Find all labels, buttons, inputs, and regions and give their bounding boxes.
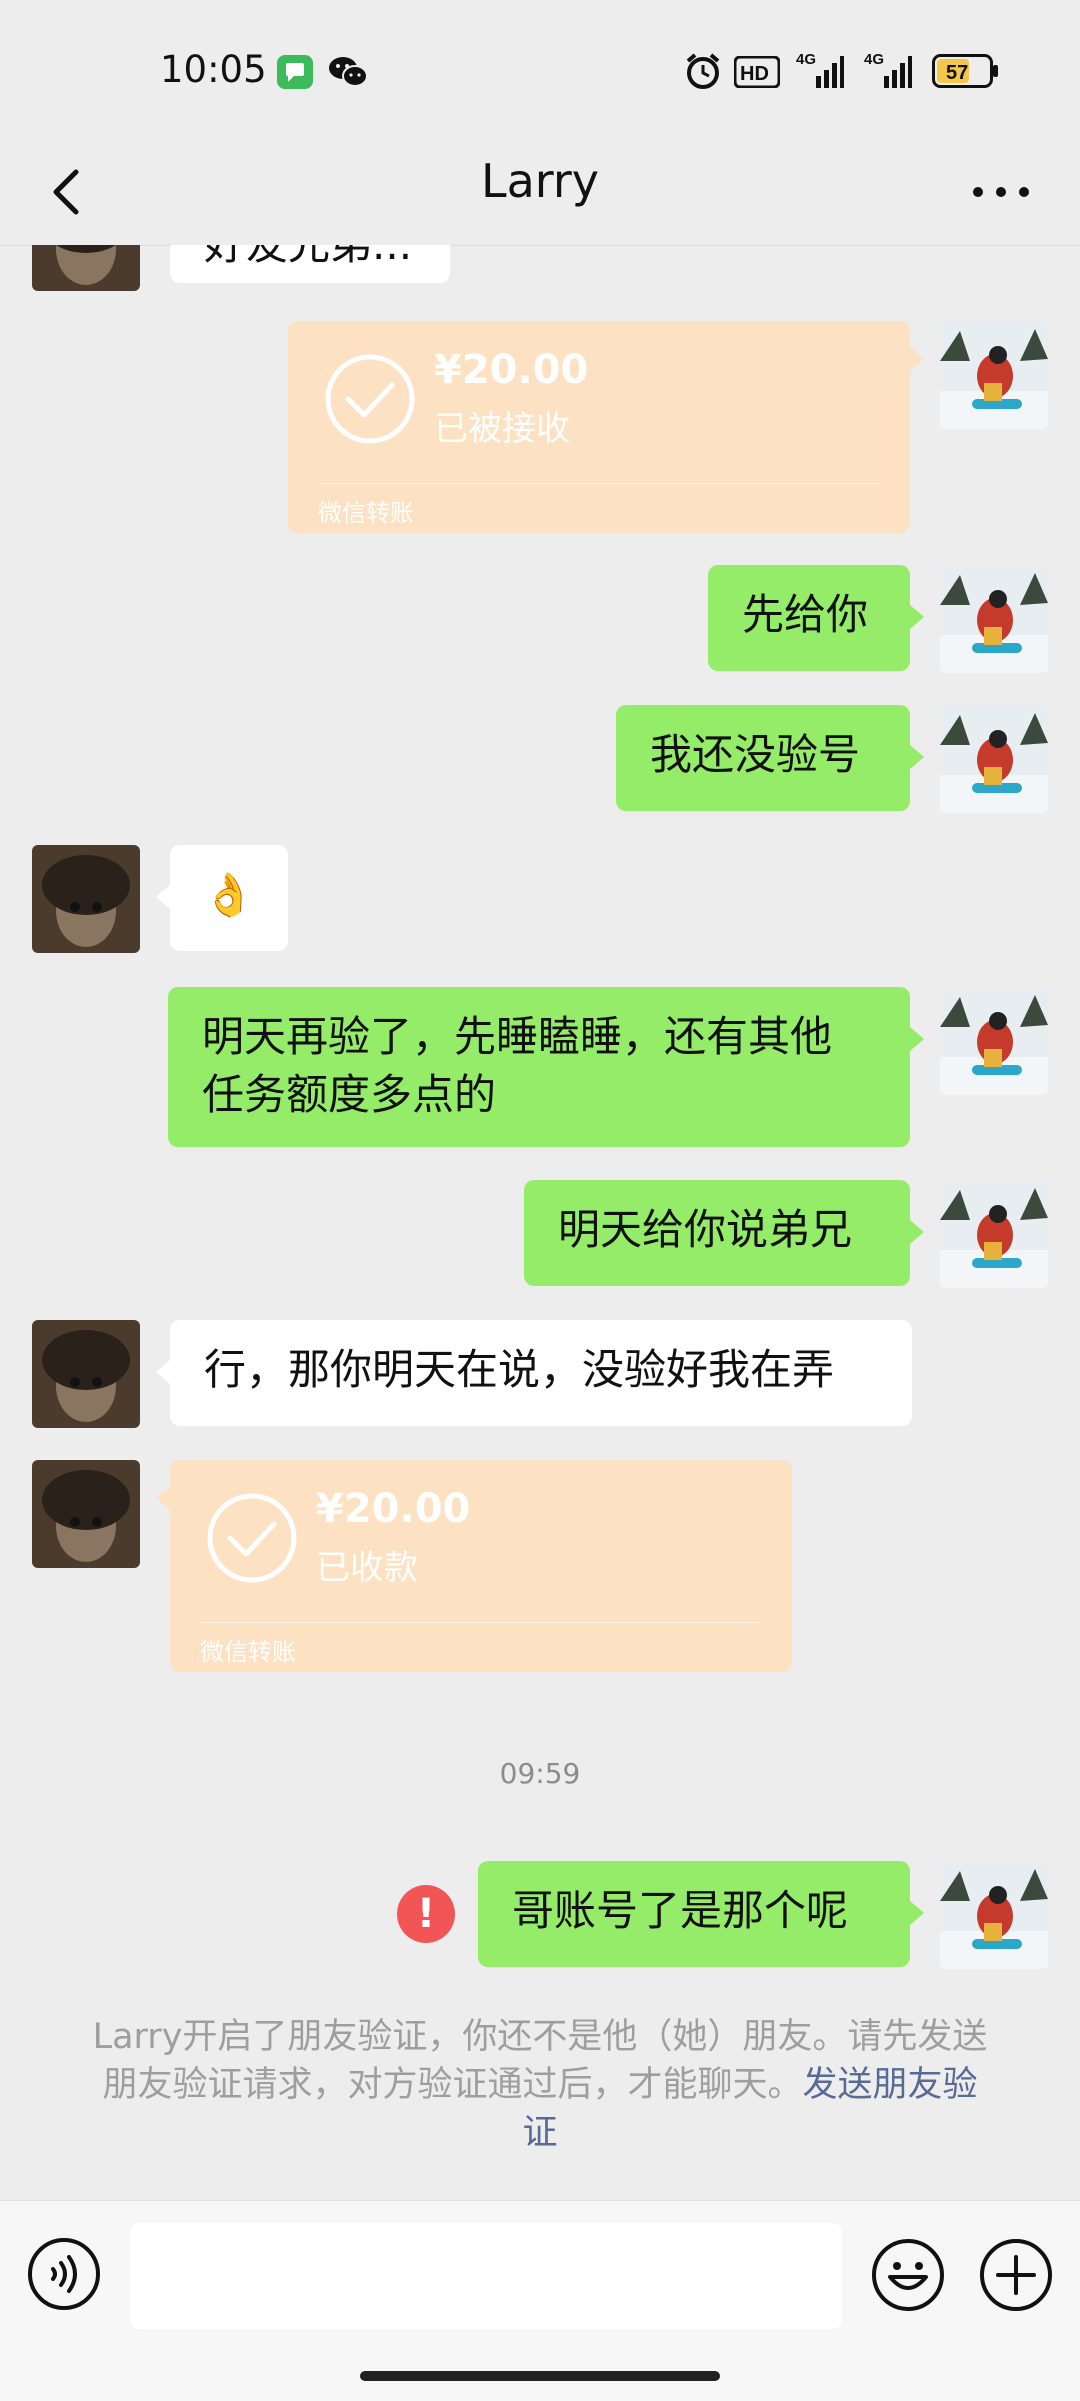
message-bubble-sent[interactable]: 明天再验了，先睡瞌睡，还有其他 任务额度多点的 [168, 987, 910, 1147]
transfer-amount: ¥20.00 [316, 1486, 471, 1532]
hd-voice-icon: HD [734, 56, 780, 88]
message-input[interactable] [130, 2223, 842, 2329]
message-bubble-sent[interactable]: 哥账号了是那个呢 [478, 1861, 910, 1967]
svg-text:57: 57 [946, 62, 968, 84]
status-bar: 10:05 HD 4G 4G 57 [0, 0, 1080, 140]
contact-avatar[interactable] [32, 845, 140, 953]
bubble-tail [910, 1220, 924, 1244]
bubble-tail [910, 1027, 924, 1051]
message-bubble-sent[interactable]: 我还没验号 [616, 705, 910, 811]
emoji-icon[interactable] [870, 2237, 946, 2313]
alarm-icon [686, 53, 720, 89]
bubble-tail [910, 347, 924, 371]
transfer-card-sent[interactable]: ¥20.00 已被接收 微信转账 [288, 321, 910, 533]
status-time: 10:05 [160, 48, 267, 91]
wechat-icon [329, 57, 368, 87]
friend-verification-notice: Larry开启了朋友验证，你还不是他（她）朋友。请先发送朋友验证请求，对方验证通… [86, 2013, 994, 2157]
check-circle-icon [325, 354, 415, 444]
home-indicator[interactable] [360, 2371, 720, 2381]
signal-icon: 4G [796, 51, 844, 88]
transfer-card-received[interactable]: ¥20.00 已收款 微信转账 [170, 1460, 792, 1672]
chat-title: Larry [480, 154, 600, 208]
signal-icon: 4G [864, 51, 912, 88]
message-bubble-received[interactable]: 👌 [170, 845, 288, 951]
transfer-divider [200, 1622, 762, 1623]
my-avatar[interactable] [940, 565, 1048, 673]
send-failed-icon[interactable]: ! [397, 1885, 455, 1943]
chat-header: Larry [0, 140, 1080, 246]
contact-avatar[interactable] [32, 245, 140, 291]
message-bubble-sent[interactable]: 先给你 [708, 565, 910, 671]
transfer-amount: ¥20.00 [434, 347, 589, 393]
my-avatar[interactable] [940, 987, 1048, 1095]
bubble-tail [910, 605, 924, 629]
message-bubble-received[interactable]: 好友兄弟... [170, 245, 450, 283]
transfer-status: 已收款 [316, 1548, 418, 1588]
my-avatar[interactable] [940, 1861, 1048, 1969]
input-bar [0, 2200, 1080, 2401]
bubble-tail [156, 1486, 170, 1510]
message-line: 明天再验了，先睡瞌睡，还有其他 [202, 1012, 833, 1061]
chat-message-list[interactable]: 好友兄弟... ¥20.00 已被接收 微信转账 先给你 我还没验号 👌 明天再… [0, 245, 1080, 2200]
contact-avatar[interactable] [32, 1320, 140, 1428]
transfer-footer: 微信转账 [200, 1638, 296, 1666]
svg-text:HD: HD [740, 63, 769, 85]
my-avatar[interactable] [940, 1180, 1048, 1288]
svg-text:4G: 4G [796, 51, 816, 68]
messages-app-icon [277, 55, 313, 89]
message-line: 任务额度多点的 [202, 1070, 497, 1119]
message-bubble-sent[interactable]: 明天给你说弟兄 [524, 1180, 910, 1286]
check-circle-icon [207, 1493, 297, 1583]
bubble-tail [156, 1360, 170, 1384]
contact-avatar[interactable] [32, 1460, 140, 1568]
more-dots-icon[interactable] [966, 160, 1036, 224]
bubble-tail [156, 885, 170, 909]
svg-text:4G: 4G [864, 51, 884, 68]
transfer-footer: 微信转账 [318, 499, 414, 527]
battery-icon: 57 [932, 54, 998, 88]
my-avatar[interactable] [940, 705, 1048, 813]
transfer-divider [318, 483, 880, 484]
chat-timestamp: 09:59 [499, 1757, 581, 1790]
bubble-tail [910, 1901, 924, 1925]
transfer-status: 已被接收 [434, 409, 570, 449]
my-avatar[interactable] [940, 321, 1048, 429]
bubble-tail [910, 745, 924, 769]
message-bubble-received[interactable]: 行，那你明天在说，没验好我在弄 [170, 1320, 912, 1426]
plus-icon[interactable] [978, 2237, 1054, 2313]
voice-icon[interactable] [27, 2237, 101, 2311]
